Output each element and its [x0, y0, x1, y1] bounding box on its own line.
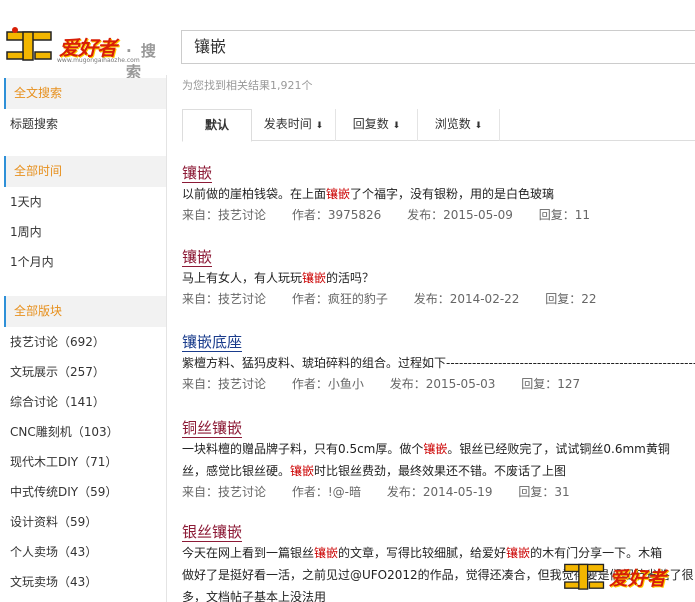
- result-title-link[interactable]: 镶嵌: [182, 248, 213, 267]
- sidebar-item-forum[interactable]: 文玩展示（257）: [4, 357, 166, 387]
- result-author: 作者：!@-暗: [291, 485, 361, 499]
- result-replies: 回复：127: [521, 377, 581, 391]
- sidebar-item-1-day[interactable]: 1天内: [4, 187, 166, 217]
- search-result: 镶嵌底座 紫檀方料、猛犸皮料、琥珀碎料的组合。过程如下-------------…: [182, 333, 695, 394]
- sidebar-item-forum[interactable]: 现代木工DIY（71）: [4, 447, 166, 477]
- result-replies: 回复：11: [538, 208, 590, 222]
- result-snippet: 以前做的崖柏钱袋。在上面镶嵌了个福字，没有银粉，用的是白色玻璃: [182, 187, 555, 201]
- search-result: 镶嵌 以前做的崖柏钱袋。在上面镶嵌了个福字，没有银粉，用的是白色玻璃 来自：技艺…: [182, 164, 695, 225]
- tab-default[interactable]: 默认: [182, 109, 252, 142]
- result-meta: 来自：技艺讨论 作者：小鱼小 发布：2015-05-03 回复：127: [182, 374, 695, 394]
- sidebar-item-forum[interactable]: 文玩卖场（43）: [4, 567, 166, 597]
- result-forum: 来自：技艺讨论: [182, 377, 267, 391]
- result-title-link[interactable]: 镶嵌: [182, 164, 213, 183]
- tab-post-time[interactable]: 发表时间 ⬇: [252, 109, 336, 141]
- result-replies: 回复：22: [545, 292, 597, 306]
- sidebar-item-all-forums[interactable]: 全部版块: [4, 296, 166, 327]
- result-forum: 来自：技艺讨论: [182, 485, 267, 499]
- result-author: 作者：3975826: [291, 208, 382, 222]
- sidebar-divider: [166, 75, 167, 602]
- sidebar-item-1-month[interactable]: 1个月内: [4, 247, 166, 277]
- site-logo[interactable]: 爱好者 www.mugongaihaozhe.com · 搜索: [5, 26, 160, 81]
- sidebar-item-all-time[interactable]: 全部时间: [4, 156, 166, 187]
- result-snippet: 紫檀方料、猛犸皮料、琥珀碎料的组合。过程如下------------------…: [182, 356, 695, 370]
- result-meta: 来自：技艺讨论 作者：!@-暗 发布：2014-05-19 回复：31: [182, 482, 695, 502]
- result-title-link[interactable]: 镶嵌底座: [182, 333, 243, 352]
- tab-replies[interactable]: 回复数 ⬇: [336, 109, 418, 141]
- result-snippet: 一块料檀的赠品牌子料，只有0.5cm厚。做个镶嵌。银丝已经败完了，试试铜丝0.6…: [182, 442, 670, 456]
- sort-bar: 默认 发表时间 ⬇ 回复数 ⬇ 浏览数 ⬇: [182, 109, 695, 142]
- result-count: 为您找到相关结果1,921个: [182, 79, 313, 92]
- sidebar: 全文搜索 标题搜索 全部时间 1天内 1周内 1个月内 全部版块 技艺讨论（69…: [0, 75, 166, 602]
- search-result: 铜丝镶嵌 一块料檀的赠品牌子料，只有0.5cm厚。做个镶嵌。银丝已经败完了，试试…: [182, 419, 695, 502]
- result-meta: 来自：技艺讨论 作者：3975826 发布：2015-05-09 回复：11: [182, 205, 695, 225]
- result-title-link[interactable]: 银丝镶嵌: [182, 523, 243, 542]
- result-date: 发布：2014-05-19: [386, 485, 493, 499]
- sidebar-item-forum[interactable]: 综合讨论（141）: [4, 387, 166, 417]
- sidebar-item-fulltext[interactable]: 全文搜索: [4, 78, 166, 109]
- search-type-group: 全文搜索 标题搜索: [4, 78, 166, 139]
- forum-filter-group: 全部版块 技艺讨论（692） 文玩展示（257） 综合讨论（141） CNC雕刻…: [4, 296, 166, 597]
- header: 爱好者 www.mugongaihaozhe.com · 搜索 镶嵌: [0, 0, 695, 81]
- result-forum: 来自：技艺讨论: [182, 292, 267, 306]
- sidebar-item-title-search[interactable]: 标题搜索: [4, 109, 166, 139]
- result-date: 发布：2015-05-03: [389, 377, 496, 391]
- sidebar-item-forum[interactable]: CNC雕刻机（103）: [4, 417, 166, 447]
- watermark-logo: 爱好者: [563, 556, 695, 596]
- sidebar-item-forum[interactable]: 中式传统DIY（59）: [4, 477, 166, 507]
- wood-logo-icon: [564, 563, 605, 590]
- tab-views[interactable]: 浏览数 ⬇: [418, 109, 500, 141]
- result-snippet: 马上有女人，有人玩玩镶嵌的活吗？: [182, 271, 375, 285]
- sort-down-icon: ⬇: [315, 121, 324, 131]
- sidebar-item-1-week[interactable]: 1周内: [4, 217, 166, 247]
- result-author: 作者：疯狂的豹子: [291, 292, 388, 306]
- wood-logo-icon: [6, 27, 52, 61]
- result-author: 作者：小鱼小: [291, 377, 364, 391]
- watermark-text: 爱好者: [609, 568, 667, 590]
- result-forum: 来自：技艺讨论: [182, 208, 267, 222]
- sidebar-item-forum[interactable]: 个人卖场（43）: [4, 537, 166, 567]
- time-filter-group: 全部时间 1天内 1周内 1个月内: [4, 156, 166, 277]
- search-input[interactable]: 镶嵌: [181, 30, 695, 64]
- result-date: 发布：2015-05-09: [407, 208, 513, 222]
- result-replies: 回复：31: [518, 485, 570, 499]
- result-meta: 来自：技艺讨论 作者：疯狂的豹子 发布：2014-02-22 回复：22: [182, 289, 695, 309]
- sort-down-icon: ⬇: [392, 121, 401, 131]
- sort-down-icon: ⬇: [474, 121, 483, 131]
- result-date: 发布：2014-02-22: [413, 292, 520, 306]
- search-result: 镶嵌 马上有女人，有人玩玩镶嵌的活吗？ 来自：技艺讨论 作者：疯狂的豹子 发布：…: [182, 248, 695, 309]
- sidebar-item-forum[interactable]: 设计资料（59）: [4, 507, 166, 537]
- result-snippet: 丝，感觉比银丝硬。镶嵌时比银丝费劲，最终效果还不错。不废话了上图: [182, 464, 567, 478]
- sidebar-item-forum[interactable]: 技艺讨论（692）: [4, 327, 166, 357]
- result-title-link[interactable]: 铜丝镶嵌: [182, 419, 243, 438]
